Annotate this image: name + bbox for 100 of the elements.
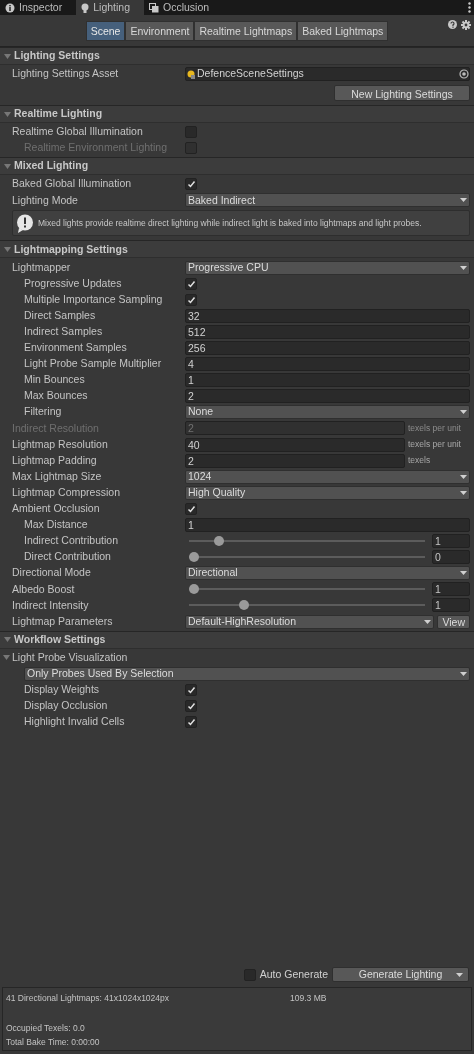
caret-icon <box>460 490 467 495</box>
settings-icon[interactable] <box>461 20 471 30</box>
new-settings-button[interactable]: New Lighting Settings <box>334 85 470 102</box>
foldout-arrow-icon[interactable] <box>4 162 11 170</box>
foldout-arrow-icon[interactable] <box>4 636 11 644</box>
help-text: Mixed lights provide realtime direct lighting while indirect light is baked into lightmaps and light probes. <box>38 217 422 230</box>
number-field[interactable]: 1 <box>185 373 470 388</box>
menu-icon[interactable] <box>468 2 471 13</box>
units-label: texels per unit <box>408 438 462 451</box>
checkbox[interactable] <box>185 178 197 191</box>
foldout-arrow-icon[interactable] <box>4 52 11 60</box>
number-field[interactable]: 0 <box>432 550 470 565</box>
section-header[interactable]: Workflow Settings <box>0 630 474 649</box>
field-label: Lightmap Parameters <box>12 614 113 627</box>
checkbox-label: Auto Generate <box>259 966 328 982</box>
toolbar-tab[interactable]: Baked Lightmaps <box>297 20 389 41</box>
stats-value: 109.3 MB <box>290 991 327 1005</box>
target-icon[interactable] <box>459 69 469 80</box>
number-field[interactable]: 2 <box>185 389 470 404</box>
number-field: 2 <box>185 421 405 436</box>
dropdown[interactable]: High Quality <box>185 485 470 500</box>
help-icon[interactable] <box>448 20 457 29</box>
dropdown[interactable]: Only Probes Used By Selection <box>24 666 470 681</box>
caret-icon <box>460 571 467 576</box>
dropdown[interactable]: 1024 <box>185 469 470 484</box>
lightbulb-icon <box>187 69 196 79</box>
toolbar-tab[interactable]: Environment <box>125 20 195 41</box>
slider-thumb[interactable] <box>189 584 199 595</box>
dropdown[interactable]: Progressive CPU <box>185 260 470 275</box>
checkmark-icon <box>186 504 196 513</box>
warning-icon <box>16 213 34 233</box>
field-label: Min Bounces <box>24 373 85 386</box>
dropdown[interactable]: None <box>185 405 470 420</box>
overlapping-squares-icon <box>149 2 159 13</box>
section-header[interactable]: Realtime Lighting <box>0 105 474 124</box>
slider-thumb[interactable] <box>213 536 224 547</box>
checkbox[interactable] <box>185 293 197 306</box>
field-label: Highlight Invalid Cells <box>24 715 125 728</box>
section-header[interactable]: Mixed Lighting <box>0 157 474 176</box>
field-label: Lightmap Padding <box>12 453 97 466</box>
units-label: texels <box>408 454 432 467</box>
field-label: Max Distance <box>24 518 88 531</box>
number-field[interactable]: 32 <box>185 308 470 323</box>
field-label: Lightmap Resolution <box>12 437 108 450</box>
field-label: Environment Samples <box>24 341 127 354</box>
foldout-arrow-icon[interactable] <box>4 110 11 118</box>
field-label: Indirect Contribution <box>24 534 118 547</box>
field-label: Albedo Boost <box>12 582 75 595</box>
field-label: Max Lightmap Size <box>12 469 102 482</box>
dropdown[interactable]: Baked Indirect <box>185 193 470 208</box>
number-field[interactable]: 1 <box>432 582 470 597</box>
stats-text: Occupied Texels: 0.0 <box>6 1021 86 1035</box>
section-header[interactable]: Lighting Settings <box>0 47 474 65</box>
number-field[interactable]: 512 <box>185 324 470 339</box>
window-tab[interactable]: Occlusion <box>144 0 224 15</box>
field-label: Baked Global Illumination <box>12 177 132 190</box>
foldout-label[interactable]: Light Probe Visualization <box>12 649 128 666</box>
caret-icon <box>460 198 467 203</box>
number-field[interactable]: 2 <box>185 453 405 468</box>
field-label: Display Occlusion <box>24 699 108 712</box>
field-label: Multiple Importance Sampling <box>24 292 163 305</box>
checkbox[interactable] <box>185 277 197 290</box>
window-tab[interactable]: Lighting <box>76 0 144 15</box>
window-tab[interactable]: Inspector <box>0 0 77 15</box>
field-label: Indirect Samples <box>24 325 103 337</box>
checkbox[interactable] <box>185 502 197 515</box>
slider-thumb[interactable] <box>189 552 199 563</box>
number-field[interactable]: 1 <box>185 518 470 532</box>
number-field[interactable]: 4 <box>185 357 470 372</box>
toolbar-tab[interactable]: Scene <box>85 20 126 41</box>
field-label: Filtering <box>24 405 62 418</box>
checkbox[interactable] <box>185 716 197 729</box>
foldout-arrow-icon[interactable] <box>3 654 10 662</box>
slider-thumb[interactable] <box>238 600 249 611</box>
dropdown[interactable]: Default-HighResolution <box>185 614 435 629</box>
field-label: Max Bounces <box>24 389 88 402</box>
number-field[interactable]: 40 <box>185 437 405 452</box>
field-label: Indirect Intensity <box>12 598 89 611</box>
field-label: Display Weights <box>24 683 100 695</box>
field-label: Light Probe Sample Multiplier <box>24 357 162 370</box>
toolbar-tab[interactable]: Realtime Lightmaps <box>194 20 298 41</box>
field-label: Directional Mode <box>12 566 91 579</box>
checkbox[interactable] <box>185 699 197 712</box>
generate-button[interactable]: Generate Lighting <box>332 967 469 982</box>
field-label: Direct Samples <box>24 308 96 321</box>
stats-text: 41 Directional Lightmaps: 41x1024x1024px <box>6 991 171 1005</box>
foldout-arrow-icon[interactable] <box>4 245 11 253</box>
number-field[interactable]: 256 <box>185 341 470 355</box>
field-label: Direct Contribution <box>24 550 111 563</box>
field-label: Ambient Occlusion <box>12 502 100 515</box>
number-field[interactable]: 1 <box>432 598 470 613</box>
checkbox[interactable] <box>185 683 197 696</box>
number-field[interactable]: 1 <box>432 534 470 549</box>
object-field[interactable]: DefenceSceneSettings <box>185 67 470 82</box>
caret-icon <box>424 619 432 624</box>
field-label: Lighting Settings Asset <box>12 67 119 80</box>
stats-text: Total Bake Time: 0:00:00 <box>6 1035 101 1049</box>
dropdown[interactable]: Directional <box>185 566 470 581</box>
section-header[interactable]: Lightmapping Settings <box>0 240 474 259</box>
view-button[interactable]: View <box>437 614 470 629</box>
